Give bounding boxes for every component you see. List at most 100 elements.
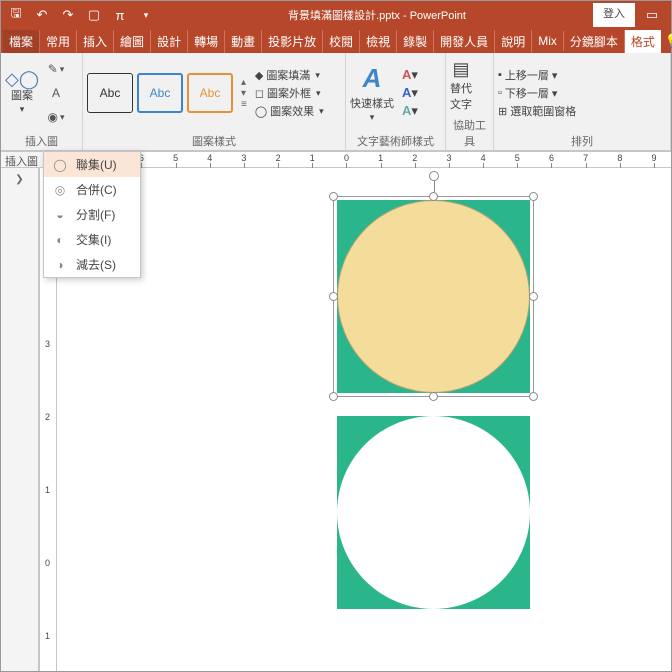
title-bar: 🖫 ↶ ↷ ▢ π ▾ 背景填滿圖樣設計.pptx - PowerPoint 登… [1, 1, 671, 29]
shapes-label: 圖案 [11, 87, 33, 103]
selection-outline [333, 196, 534, 397]
horizontal-ruler: 876543210123456789 [56, 151, 671, 168]
alt-text-button[interactable]: ▤ 替代 文字 [450, 59, 472, 112]
undo-icon[interactable]: ↶ [33, 6, 51, 24]
resize-handle[interactable] [529, 292, 538, 301]
resize-handle[interactable] [329, 292, 338, 301]
text-effects-button[interactable]: A▾ [402, 103, 418, 119]
effects-label: 圖案效果 [270, 103, 314, 119]
menu-union[interactable]: ◯ 聯集(U) [44, 152, 140, 177]
thumbnail-panel[interactable]: ❯ [1, 168, 39, 671]
selection-pane-button[interactable]: ⊞ 選取範圍窗格 [498, 103, 576, 119]
tab-animations[interactable]: 動畫 [225, 30, 262, 53]
ribbon-display-icon[interactable]: ▭ [637, 3, 667, 27]
filename: 背景填滿圖樣設計.pptx [288, 10, 400, 22]
shapes-icon: ◇◯ [5, 72, 39, 86]
merge-shapes-button[interactable]: ◉ [45, 107, 67, 127]
menu-combine[interactable]: ◎ 合併(C) [44, 177, 140, 202]
menu-fragment[interactable]: ◒ 分割(F) [44, 202, 140, 227]
tab-review[interactable]: 校閱 [323, 30, 360, 53]
tab-slideshow[interactable]: 投影片放 [262, 30, 323, 53]
tab-format[interactable]: 格式 [625, 30, 661, 53]
insert-shapes-label: 插入圖 [1, 151, 43, 168]
group-label: 圖案樣式 [87, 131, 341, 150]
shape-fill-button[interactable]: ◆ 圖案填滿 [255, 67, 324, 83]
login-button[interactable]: 登入 [593, 3, 635, 27]
tab-home[interactable]: 常用 [40, 30, 77, 53]
union-label: 聯集(U) [76, 156, 117, 173]
tab-transitions[interactable]: 轉場 [188, 30, 225, 53]
tab-view[interactable]: 檢視 [360, 30, 397, 53]
fragment-icon: ◒ [52, 207, 68, 223]
tab-insert[interactable]: 插入 [77, 30, 114, 53]
combine-icon: ◎ [52, 182, 68, 198]
combine-label: 合併(C) [76, 181, 117, 198]
style-preset-2[interactable]: Abc [137, 73, 183, 113]
shapes-gallery-button[interactable]: ◇◯ 圖案 ▾ [5, 72, 39, 115]
tab-storyboard[interactable]: 分鏡腳本 [564, 30, 625, 53]
resize-handle[interactable] [529, 192, 538, 201]
shape-effects-button[interactable]: ◯ 圖案效果 [255, 103, 324, 119]
text-outline-button[interactable]: A▾ [402, 85, 418, 101]
tab-developer[interactable]: 開發人員 [434, 30, 495, 53]
fragment-label: 分割(F) [76, 206, 115, 223]
style-gallery-more[interactable]: ▴▾≡ [241, 77, 247, 110]
start-slideshow-icon[interactable]: ▢ [85, 6, 103, 24]
group-shape-styles: Abc Abc Abc ▴▾≡ ◆ 圖案填滿 ◻ 圖案外框 ◯ 圖案效果 圖案樣… [83, 53, 346, 150]
text-box-button[interactable]: A [45, 83, 67, 103]
tab-design[interactable]: 設計 [151, 30, 188, 53]
resize-handle[interactable] [429, 192, 438, 201]
menu-subtract[interactable]: ◑ 減去(S) [44, 252, 140, 277]
group-label: 插入圖 [5, 131, 78, 150]
shape-outline-button[interactable]: ◻ 圖案外框 [255, 85, 324, 101]
tab-draw[interactable]: 繪圖 [114, 30, 151, 53]
redo-icon[interactable]: ↷ [59, 6, 77, 24]
edit-shape-button[interactable]: ✎ [45, 59, 67, 79]
quick-access-toolbar: 🖫 ↶ ↷ ▢ π ▾ [1, 6, 161, 24]
slide-canvas[interactable] [57, 168, 671, 671]
shapes-tools: ✎ A ◉ [45, 59, 67, 127]
sel-pane-label: 選取範圍窗格 [510, 103, 576, 119]
title-right: 登入 ▭ — [593, 3, 671, 27]
send-backward-button[interactable]: ▫ 下移一層 ▾ [498, 85, 576, 101]
outline-label: 圖案外框 [267, 85, 311, 101]
bring-forward-button[interactable]: ▪ 上移一層 ▾ [498, 67, 576, 83]
tab-help[interactable]: 說明 [495, 30, 532, 53]
subtracted-shape[interactable] [337, 416, 530, 609]
style-preset-1[interactable]: Abc [87, 73, 133, 113]
union-icon: ◯ [52, 157, 68, 173]
menu-intersect[interactable]: ◐ 交集(I) [44, 227, 140, 252]
qat-more-icon[interactable]: ▾ [137, 6, 155, 24]
tell-me-icon[interactable]: 💡 [665, 33, 672, 49]
save-icon[interactable]: 🖫 [7, 6, 25, 24]
equation-icon[interactable]: π [111, 6, 129, 24]
subtract-icon: ◑ [52, 257, 68, 273]
resize-handle[interactable] [329, 192, 338, 201]
group-label: 文字藝術師樣式 [350, 131, 441, 150]
rotate-handle[interactable] [429, 171, 439, 181]
wordart-a-icon: A [363, 63, 382, 94]
chevron-right-icon: ❯ [15, 174, 23, 671]
resize-handle[interactable] [429, 392, 438, 401]
chevron-down-icon: ▾ [370, 112, 375, 123]
window-title: 背景填滿圖樣設計.pptx - PowerPoint [161, 7, 593, 23]
chevron-down-icon: ▾ [20, 104, 25, 115]
intersect-label: 交集(I) [76, 231, 111, 248]
bring-fwd-label: 上移一層 [505, 67, 549, 83]
selected-shape-group[interactable] [337, 200, 530, 393]
group-label: 協助工具 [450, 115, 489, 150]
style-preset-3[interactable]: Abc [187, 73, 233, 113]
circle-cutout [337, 416, 530, 609]
subtract-label: 減去(S) [76, 256, 116, 273]
tab-record[interactable]: 錄製 [397, 30, 434, 53]
tab-mix[interactable]: Mix [532, 31, 564, 51]
fill-label: 圖案填滿 [266, 67, 310, 83]
tab-file[interactable]: 檔案 [3, 30, 40, 53]
group-arrange: ▪ 上移一層 ▾ ▫ 下移一層 ▾ ⊞ 選取範圍窗格 排列 [494, 53, 671, 150]
resize-handle[interactable] [529, 392, 538, 401]
intersect-icon: ◐ [52, 232, 68, 248]
quick-styles-button[interactable]: A 快速樣式 ▾ [350, 63, 394, 123]
text-fill-button[interactable]: A▾ [402, 67, 418, 83]
resize-handle[interactable] [329, 392, 338, 401]
group-wordart-styles: A 快速樣式 ▾ A▾ A▾ A▾ 文字藝術師樣式 [346, 53, 446, 150]
